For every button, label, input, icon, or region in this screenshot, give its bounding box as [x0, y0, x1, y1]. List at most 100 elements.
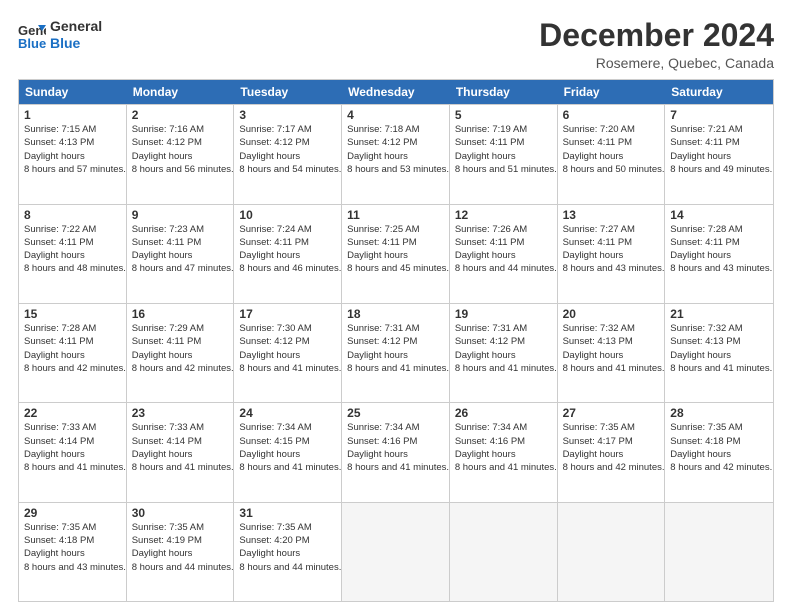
day-number: 4: [347, 108, 444, 122]
sunset: Sunset: 4:18 PM: [670, 435, 768, 448]
day-number: 14: [670, 208, 768, 222]
calendar-week-5: 29 Sunrise: 7:35 AM Sunset: 4:18 PM Dayl…: [19, 502, 773, 601]
daylight-value: 8 hours and 41 minutes.: [347, 362, 444, 375]
day-cell-20: 20 Sunrise: 7:32 AM Sunset: 4:13 PM Dayl…: [558, 304, 666, 402]
daylight: Daylight hours: [670, 150, 768, 163]
day-cell-8: 8 Sunrise: 7:22 AM Sunset: 4:11 PM Dayli…: [19, 205, 127, 303]
day-cell-10: 10 Sunrise: 7:24 AM Sunset: 4:11 PM Dayl…: [234, 205, 342, 303]
calendar-body: 1 Sunrise: 7:15 AM Sunset: 4:13 PM Dayli…: [19, 104, 773, 601]
daylight-value: 8 hours and 41 minutes.: [239, 362, 336, 375]
sunrise: Sunrise: 7:34 AM: [347, 421, 444, 434]
daylight: Daylight hours: [670, 249, 768, 262]
sunrise: Sunrise: 7:35 AM: [670, 421, 768, 434]
day-cell-22: 22 Sunrise: 7:33 AM Sunset: 4:14 PM Dayl…: [19, 403, 127, 501]
sunset: Sunset: 4:12 PM: [239, 335, 336, 348]
daylight-value: 8 hours and 54 minutes.: [239, 163, 336, 176]
daylight: Daylight hours: [455, 349, 552, 362]
header-day-friday: Friday: [558, 80, 666, 104]
daylight: Daylight hours: [132, 547, 229, 560]
sunset: Sunset: 4:16 PM: [455, 435, 552, 448]
sunrise: Sunrise: 7:20 AM: [563, 123, 660, 136]
sunset: Sunset: 4:11 PM: [455, 236, 552, 249]
sunrise: Sunrise: 7:31 AM: [455, 322, 552, 335]
sunset: Sunset: 4:16 PM: [347, 435, 444, 448]
header-day-thursday: Thursday: [450, 80, 558, 104]
day-number: 5: [455, 108, 552, 122]
day-number: 6: [563, 108, 660, 122]
day-cell-31: 31 Sunrise: 7:35 AM Sunset: 4:20 PM Dayl…: [234, 503, 342, 601]
header-day-sunday: Sunday: [19, 80, 127, 104]
empty-cell: [450, 503, 558, 601]
sunrise: Sunrise: 7:35 AM: [24, 521, 121, 534]
daylight-value: 8 hours and 43 minutes.: [670, 262, 768, 275]
sunset: Sunset: 4:11 PM: [24, 236, 121, 249]
sunrise: Sunrise: 7:15 AM: [24, 123, 121, 136]
daylight: Daylight hours: [24, 448, 121, 461]
empty-cell: [342, 503, 450, 601]
daylight: Daylight hours: [239, 547, 336, 560]
daylight: Daylight hours: [347, 448, 444, 461]
sunset: Sunset: 4:11 PM: [239, 236, 336, 249]
day-number: 24: [239, 406, 336, 420]
calendar-week-2: 8 Sunrise: 7:22 AM Sunset: 4:11 PM Dayli…: [19, 204, 773, 303]
daylight: Daylight hours: [563, 150, 660, 163]
daylight-value: 8 hours and 41 minutes.: [563, 362, 660, 375]
sunset: Sunset: 4:12 PM: [347, 335, 444, 348]
daylight-value: 8 hours and 47 minutes.: [132, 262, 229, 275]
day-number: 13: [563, 208, 660, 222]
sunset: Sunset: 4:13 PM: [24, 136, 121, 149]
day-cell-27: 27 Sunrise: 7:35 AM Sunset: 4:17 PM Dayl…: [558, 403, 666, 501]
daylight-value: 8 hours and 41 minutes.: [670, 362, 768, 375]
daylight: Daylight hours: [347, 249, 444, 262]
calendar-week-1: 1 Sunrise: 7:15 AM Sunset: 4:13 PM Dayli…: [19, 104, 773, 203]
calendar-week-4: 22 Sunrise: 7:33 AM Sunset: 4:14 PM Dayl…: [19, 402, 773, 501]
day-number: 22: [24, 406, 121, 420]
daylight-value: 8 hours and 49 minutes.: [670, 163, 768, 176]
sunrise: Sunrise: 7:29 AM: [132, 322, 229, 335]
header-day-tuesday: Tuesday: [234, 80, 342, 104]
daylight-value: 8 hours and 41 minutes.: [24, 461, 121, 474]
empty-cell: [665, 503, 773, 601]
day-number: 20: [563, 307, 660, 321]
daylight-value: 8 hours and 44 minutes.: [132, 561, 229, 574]
daylight: Daylight hours: [132, 150, 229, 163]
sunrise: Sunrise: 7:28 AM: [670, 223, 768, 236]
sunrise: Sunrise: 7:34 AM: [455, 421, 552, 434]
day-cell-26: 26 Sunrise: 7:34 AM Sunset: 4:16 PM Dayl…: [450, 403, 558, 501]
day-cell-6: 6 Sunrise: 7:20 AM Sunset: 4:11 PM Dayli…: [558, 105, 666, 203]
day-cell-7: 7 Sunrise: 7:21 AM Sunset: 4:11 PM Dayli…: [665, 105, 773, 203]
sunset: Sunset: 4:11 PM: [455, 136, 552, 149]
day-number: 11: [347, 208, 444, 222]
day-number: 21: [670, 307, 768, 321]
daylight: Daylight hours: [24, 547, 121, 560]
logo-line1: General: [50, 18, 102, 35]
day-number: 26: [455, 406, 552, 420]
daylight: Daylight hours: [670, 448, 768, 461]
day-number: 15: [24, 307, 121, 321]
daylight-value: 8 hours and 57 minutes.: [24, 163, 121, 176]
daylight: Daylight hours: [239, 349, 336, 362]
sunset: Sunset: 4:12 PM: [239, 136, 336, 149]
sunrise: Sunrise: 7:21 AM: [670, 123, 768, 136]
title-block: December 2024 Rosemere, Quebec, Canada: [539, 18, 774, 71]
day-cell-15: 15 Sunrise: 7:28 AM Sunset: 4:11 PM Dayl…: [19, 304, 127, 402]
daylight-value: 8 hours and 41 minutes.: [455, 461, 552, 474]
daylight-value: 8 hours and 41 minutes.: [347, 461, 444, 474]
day-number: 31: [239, 506, 336, 520]
sunset: Sunset: 4:15 PM: [239, 435, 336, 448]
sunrise: Sunrise: 7:31 AM: [347, 322, 444, 335]
daylight-value: 8 hours and 45 minutes.: [347, 262, 444, 275]
sunset: Sunset: 4:20 PM: [239, 534, 336, 547]
day-number: 19: [455, 307, 552, 321]
sunset: Sunset: 4:11 PM: [670, 236, 768, 249]
calendar-week-3: 15 Sunrise: 7:28 AM Sunset: 4:11 PM Dayl…: [19, 303, 773, 402]
sunrise: Sunrise: 7:28 AM: [24, 322, 121, 335]
daylight-value: 8 hours and 44 minutes.: [455, 262, 552, 275]
day-number: 29: [24, 506, 121, 520]
calendar: SundayMondayTuesdayWednesdayThursdayFrid…: [18, 79, 774, 602]
day-cell-30: 30 Sunrise: 7:35 AM Sunset: 4:19 PM Dayl…: [127, 503, 235, 601]
daylight: Daylight hours: [132, 349, 229, 362]
sunset: Sunset: 4:13 PM: [670, 335, 768, 348]
daylight-value: 8 hours and 41 minutes.: [239, 461, 336, 474]
day-number: 18: [347, 307, 444, 321]
